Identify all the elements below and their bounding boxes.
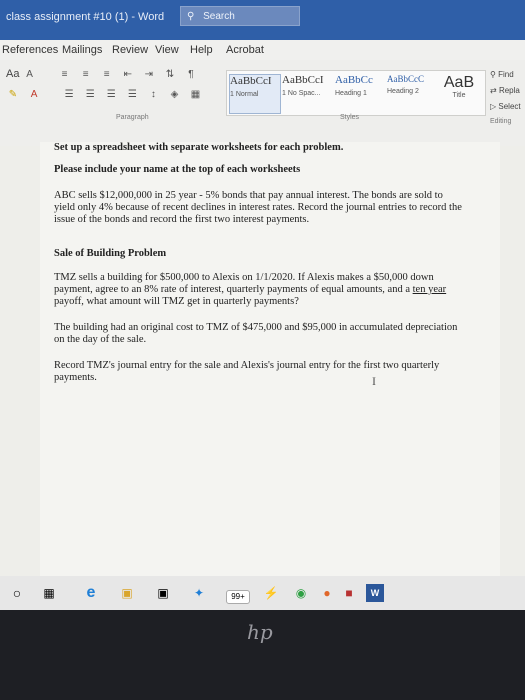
editing-group-label: Editing: [490, 118, 512, 125]
decrease-indent-icon[interactable]: ⇤: [121, 69, 135, 81]
line-spacing-icon[interactable]: ↕: [146, 89, 160, 101]
bullets-icon[interactable]: ≡: [58, 69, 72, 81]
font-color-icon[interactable]: A: [27, 89, 41, 101]
style-heading-1[interactable]: AaBbCc Heading 1: [335, 74, 385, 112]
style-heading-2-sample: AaBbCcC: [387, 74, 424, 84]
tab-review[interactable]: Review: [112, 44, 148, 56]
text-cursor-icon: I: [372, 374, 376, 388]
file-explorer-icon[interactable]: ▣: [118, 584, 136, 602]
style-title-sample: AaB: [443, 74, 475, 91]
record-paragraph-line-2: payments.: [54, 372, 97, 383]
doc-instruction: Please include your name at the top of e…: [54, 164, 301, 175]
sort-icon[interactable]: ⇅: [163, 69, 177, 81]
window-title: class assignment #10 (1) - Word: [6, 11, 165, 23]
mail-badge[interactable]: 99+: [226, 590, 250, 604]
style-no-spacing-sample: AaBbCcI: [282, 74, 324, 86]
style-normal-sample: AaBbCcI: [230, 75, 272, 87]
select-label: Select: [498, 102, 521, 111]
sale-paragraph-line-2: payment, agree to an 8% rate of interest…: [54, 284, 446, 297]
borders-icon[interactable]: ▦: [189, 89, 203, 101]
multilevel-icon[interactable]: ≡: [100, 69, 114, 81]
paragraph-group-label: Paragraph: [116, 114, 149, 121]
pilcrow-icon[interactable]: ¶: [184, 69, 198, 81]
font-size-button[interactable]: Aa: [6, 68, 19, 80]
sale-paragraph-line-3: payoff, what amount will TMZ get in quar…: [54, 296, 299, 307]
document-page[interactable]: Set up a spreadsheet with separate works…: [40, 142, 500, 582]
search-placeholder: Search: [203, 11, 235, 22]
styles-gallery: AaBbCcI 1 Normal AaBbCcI 1 No Spac... Aa…: [226, 70, 486, 116]
style-normal[interactable]: AaBbCcI 1 Normal: [229, 74, 281, 114]
acrobat-icon[interactable]: ■: [340, 584, 358, 602]
style-heading-1-sample: AaBbCc: [335, 74, 373, 86]
record-paragraph-line-1: Record TMZ's journal entry for the sale …: [54, 360, 440, 371]
align-right-icon[interactable]: ☰: [104, 89, 118, 101]
document-area[interactable]: Set up a spreadsheet with separate works…: [0, 142, 525, 582]
style-title[interactable]: AaB Title: [437, 74, 481, 112]
edge-icon[interactable]: e: [82, 584, 100, 602]
select-button[interactable]: ▷ Select: [490, 102, 521, 111]
sale-paragraph-line-2-text: payment, agree to an 8% rate of interest…: [54, 284, 413, 295]
laptop-logo: hp: [247, 620, 273, 644]
ten-year-underlined: ten year: [412, 284, 447, 295]
find-icon: ⚲: [490, 70, 496, 79]
tab-help[interactable]: Help: [190, 44, 213, 56]
font-row: Aa A ≡ ≡ ≡ ⇤ ⇥ ⇅ ¶: [6, 68, 202, 81]
align-left-icon[interactable]: ☰: [62, 89, 76, 101]
replace-button[interactable]: ⇄ Repla: [490, 86, 521, 95]
bond-paragraph-line-2: yield only 4% because of recent declines…: [54, 202, 462, 213]
style-heading-2-label: Heading 2: [387, 88, 419, 95]
shading-icon[interactable]: ◈: [167, 89, 181, 101]
tab-acrobat[interactable]: Acrobat: [226, 44, 264, 56]
tab-references[interactable]: References: [2, 44, 58, 56]
taskbar: ○ ▦ e ▣ ▣ ✦ 99+ ⚡ ◉ ● ■ W: [0, 576, 525, 610]
doc-heading: Set up a spreadsheet with separate works…: [54, 142, 344, 153]
replace-label: Repla: [498, 86, 520, 95]
increase-indent-icon[interactable]: ⇥: [142, 69, 156, 81]
firefox-icon[interactable]: ●: [318, 584, 336, 602]
style-no-spacing[interactable]: AaBbCcI 1 No Spac...: [282, 74, 332, 112]
editing-group: ⚲ Find ⇄ Repla ▷ Select Editing: [490, 70, 521, 132]
chrome-icon[interactable]: ◉: [292, 584, 310, 602]
store-icon[interactable]: ▣: [154, 584, 172, 602]
align-center-icon[interactable]: ☰: [83, 89, 97, 101]
bond-paragraph-line-1: ABC sells $12,000,000 in 25 year - 5% bo…: [54, 190, 443, 201]
paragraph-row: ✎ A ☰ ☰ ☰ ☰ ↕ ◈ ▦: [6, 88, 207, 101]
search-box[interactable]: ⚲ Search: [180, 6, 300, 26]
style-normal-label: 1 Normal: [230, 91, 259, 98]
styles-group-label: Styles: [340, 114, 360, 121]
tab-view[interactable]: View: [155, 44, 179, 56]
start-icon[interactable]: ○: [8, 584, 26, 602]
ribbon: Aa A ≡ ≡ ≡ ⇤ ⇥ ⇅ ¶ ✎ A ☰ ☰ ☰ ☰ ↕ ◈ ▦ AaB…: [0, 60, 525, 147]
style-heading-1-label: Heading 1: [335, 90, 367, 97]
dropbox-icon[interactable]: ✦: [190, 584, 208, 602]
style-title-label: Title: [452, 92, 466, 99]
sale-heading: Sale of Building Problem: [54, 248, 167, 259]
style-heading-2[interactable]: AaBbCcC Heading 2: [387, 74, 435, 112]
clear-format-icon[interactable]: A: [23, 69, 37, 81]
screen: class assignment #10 (1) - Word ⚲ Search…: [0, 0, 525, 610]
justify-icon[interactable]: ☰: [125, 89, 139, 101]
style-no-spacing-label: 1 No Spac...: [282, 90, 321, 97]
ribbon-tabs: References Mailings Review View Help Acr…: [0, 40, 525, 61]
numbering-icon[interactable]: ≡: [79, 69, 93, 81]
title-bar: class assignment #10 (1) - Word ⚲ Search: [0, 0, 525, 40]
task-view-icon[interactable]: ▦: [40, 584, 58, 602]
app-icon[interactable]: ⚡: [262, 584, 280, 602]
find-button[interactable]: ⚲ Find: [490, 70, 521, 79]
select-icon: ▷: [490, 102, 497, 111]
search-icon: ⚲: [187, 11, 195, 22]
cost-paragraph-line-1: The building had an original cost to TMZ…: [54, 322, 458, 333]
bond-paragraph-line-3: issue of the bonds and record the first …: [54, 214, 310, 225]
highlight-icon[interactable]: ✎: [6, 89, 20, 101]
sale-paragraph-line-1: TMZ sells a building for $500,000 to Ale…: [54, 272, 434, 283]
tab-mailings[interactable]: Mailings: [62, 44, 102, 56]
word-icon[interactable]: W: [366, 584, 384, 602]
cost-paragraph-line-2: on the day of the sale.: [54, 334, 147, 345]
find-label: Find: [498, 70, 514, 79]
replace-icon: ⇄: [490, 86, 497, 95]
